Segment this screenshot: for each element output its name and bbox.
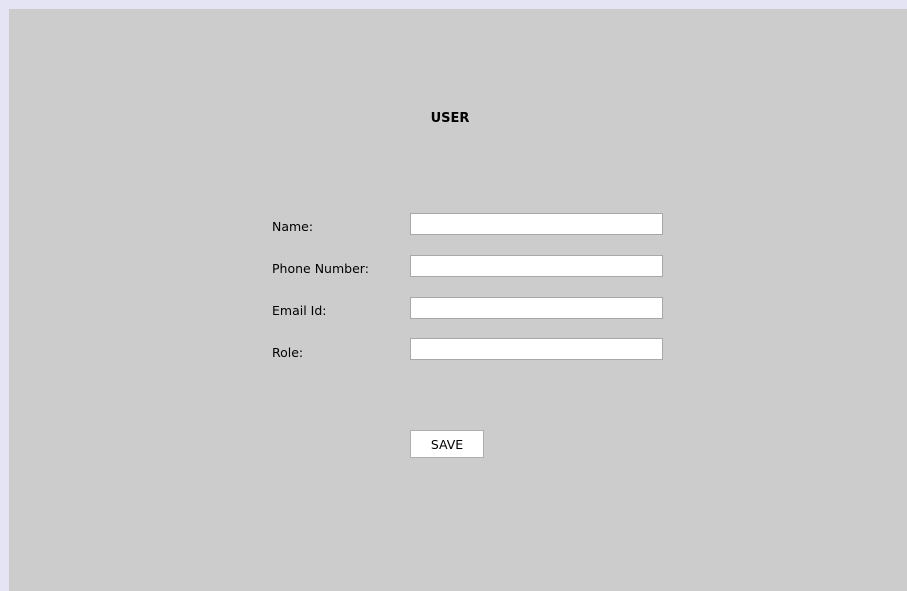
role-input[interactable]: [410, 338, 663, 360]
form-title: USER: [430, 111, 470, 126]
email-id-label: Email Id:: [272, 303, 327, 318]
email-id-input[interactable]: [410, 297, 663, 319]
role-label: Role:: [272, 345, 304, 360]
phone-number-label: Phone Number:: [272, 261, 369, 276]
name-label: Name:: [272, 219, 314, 234]
form-panel: USER Name: Phone Number: Email Id: Role:…: [9, 9, 907, 591]
save-button[interactable]: SAVE: [410, 430, 484, 458]
name-input[interactable]: [410, 213, 663, 235]
phone-number-input[interactable]: [410, 255, 663, 277]
